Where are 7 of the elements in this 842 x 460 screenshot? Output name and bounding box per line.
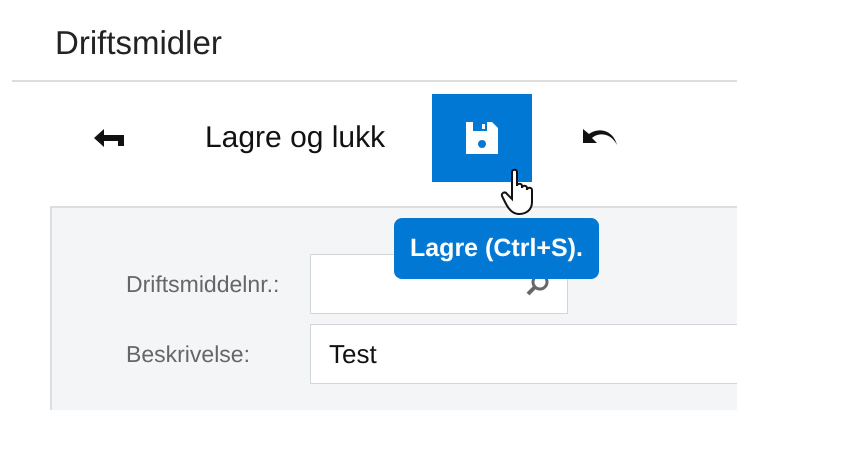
tooltip: Lagre (Ctrl+S). xyxy=(394,218,599,279)
field-label: Driftsmiddelnr.: xyxy=(125,270,280,298)
save-button[interactable] xyxy=(432,94,532,182)
input-field[interactable]: Test xyxy=(310,324,737,384)
field-label: Beskrivelse: xyxy=(125,340,251,368)
save-and-close-button[interactable]: Lagre og lukk xyxy=(205,121,386,155)
page-title: Driftsmidler xyxy=(54,23,223,63)
